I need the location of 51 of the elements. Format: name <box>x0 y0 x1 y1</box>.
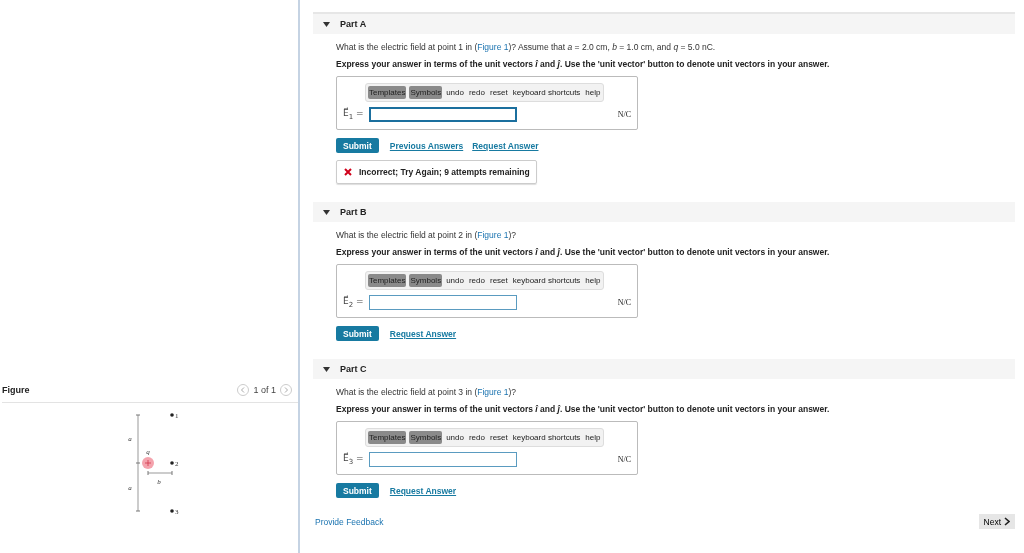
toolbar-button[interactable]: Templates <box>368 86 407 99</box>
toolbar-button[interactable]: Templates <box>368 274 407 287</box>
toolbar-button[interactable]: Symbols <box>409 274 443 287</box>
feedback-text: Incorrect; Try Again; 9 attempts remaining <box>359 167 530 177</box>
instruction-text: Express your answer in terms of the unit vectors î and ĵ. Use the 'unit vector' button to denote unit vectors in your answer. <box>336 404 831 414</box>
submit-button[interactable]: Submit <box>336 138 379 153</box>
toolbar-button[interactable]: redo <box>467 86 486 99</box>
unit-label: N/C <box>617 110 631 119</box>
toolbar-button[interactable]: redo <box>467 274 486 287</box>
submit-button[interactable]: Submit <box>336 483 379 498</box>
part-header[interactable]: Part C <box>313 359 1015 379</box>
figure-link[interactable]: Figure 1 <box>477 230 509 240</box>
variable-label: E⃗$_{3}$ = <box>343 453 365 466</box>
toolbar-button[interactable]: undo <box>445 274 465 287</box>
part-header[interactable]: Part B <box>313 202 1015 222</box>
figure-link[interactable]: Figure 1 <box>477 387 509 397</box>
toolbar-button[interactable]: keyboard shortcuts <box>511 86 582 99</box>
toolbar-button[interactable]: help <box>584 86 602 99</box>
toolbar-button[interactable]: Symbols <box>409 86 443 99</box>
instruction-text: Express your answer in terms of the unit vectors î and ĵ. Use the 'unit vector' button to denote unit vectors in your answer. <box>336 247 831 257</box>
answer-link[interactable]: Request Answer <box>389 328 457 339</box>
unit-label: N/C <box>617 298 631 307</box>
page-count: 1 of 1 <box>253 385 276 395</box>
toolbar-button[interactable]: keyboard shortcuts <box>511 274 582 287</box>
figure-link[interactable]: Figure 1 <box>477 42 509 52</box>
toolbar-button[interactable]: Symbols <box>409 431 443 444</box>
toolbar-button[interactable]: Templates <box>368 431 407 444</box>
variable-label: E⃗$_{1}$ = <box>343 108 365 121</box>
submit-button[interactable]: Submit <box>336 326 379 341</box>
question-text: What is the electric field at point 2 in (Figure 1)? <box>336 230 517 240</box>
answer-link[interactable]: Previous Answers <box>389 140 464 151</box>
question-text: What is the electric field at point 1 in (Figure 1)? Assume that a = 2.0 cm, b = 1.0 cm, and q = 5.0 nC. <box>336 42 717 52</box>
toolbar-button[interactable]: help <box>584 431 602 444</box>
toolbar-button[interactable]: undo <box>445 431 465 444</box>
toolbar-button[interactable]: reset <box>488 86 509 99</box>
question-text: What is the electric field at point 3 in (Figure 1)? <box>336 387 517 397</box>
toolbar-button[interactable]: reset <box>488 274 509 287</box>
toolbar-button[interactable]: reset <box>488 431 509 444</box>
unit-label: N/C <box>617 455 631 464</box>
figure-title: Figure <box>2 385 30 395</box>
part-header[interactable]: Part A <box>313 14 1015 34</box>
instruction-text: Express your answer in terms of the unit vectors î and ĵ. Use the 'unit vector' button to denote unit vectors in your answer. <box>336 59 831 69</box>
answer-link[interactable]: Request Answer <box>389 485 457 496</box>
answer-link[interactable]: Request Answer <box>472 140 539 151</box>
toolbar-button[interactable]: redo <box>467 431 486 444</box>
variable-label: E⃗$_{2}$ = <box>343 296 365 309</box>
feedback-link[interactable]: Provide Feedback <box>315 516 384 527</box>
next-button[interactable]: Next <box>978 514 1015 529</box>
toolbar-button[interactable]: help <box>584 274 602 287</box>
toolbar-button[interactable]: undo <box>445 86 465 99</box>
toolbar-button[interactable]: keyboard shortcuts <box>511 431 582 444</box>
